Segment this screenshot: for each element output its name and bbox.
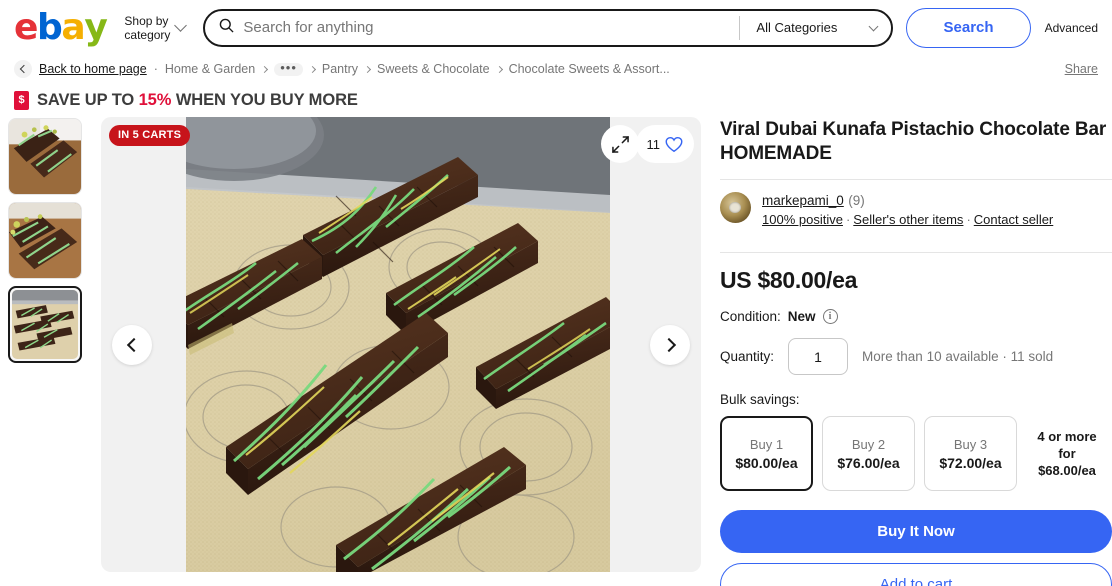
avatar[interactable] — [720, 192, 751, 223]
seller-name-link[interactable]: markepami_0 — [762, 193, 844, 208]
promo-suffix: WHEN YOU BUY MORE — [171, 90, 358, 109]
link-separator: · — [845, 212, 851, 227]
search-field[interactable] — [205, 11, 739, 45]
search-icon — [219, 18, 234, 38]
seller-info: markepami_0 (9) 100% positive · Seller's o… — [720, 180, 1112, 239]
logo-letter-b: b — [37, 6, 63, 48]
quantity-label: Quantity: — [720, 349, 775, 364]
chevron-down-icon — [174, 19, 188, 32]
bulk-tier-price: $72.00/ea — [939, 454, 1002, 471]
ebay-logo[interactable]: ebay — [14, 6, 108, 48]
watch-count: 11 — [646, 136, 661, 152]
promo-text: SAVE UP TO 15% WHEN YOU BUY MORE — [37, 91, 358, 110]
image-gallery: IN 5 CARTS 11 — [101, 117, 701, 572]
chevron-right-icon — [661, 337, 676, 352]
divider — [720, 252, 1112, 253]
category-dropdown-label: All Categories — [756, 20, 838, 35]
chevron-right-icon — [261, 65, 269, 73]
price-tag-icon — [14, 90, 29, 110]
chevron-right-icon — [363, 65, 372, 73]
logo-letter-e: e — [14, 6, 38, 48]
category-dropdown[interactable]: All Categories — [739, 15, 891, 40]
bulk-tier-1[interactable]: Buy 1 $80.00/ea — [720, 416, 813, 491]
condition-label: Condition: — [720, 309, 781, 324]
bulk-savings-tiers: Buy 1 $80.00/ea Buy 2 $76.00/ea Buy 3 $7… — [720, 416, 1112, 491]
seller-links: 100% positive · Seller's other items · Conta… — [762, 211, 1053, 228]
logo-letter-a: a — [61, 6, 85, 48]
share-link[interactable]: Share — [1065, 62, 1098, 76]
product-price: US $80.00/ea — [720, 267, 858, 293]
seller-other-items-link[interactable]: Seller's other items — [853, 212, 963, 227]
add-to-cart-button[interactable]: Add to cart — [720, 563, 1112, 586]
expand-arrows-icon — [611, 135, 629, 153]
product-info-panel: Viral Dubai Kunafa Pistachio Chocolate B… — [720, 117, 1112, 586]
quantity-row: Quantity: More than 10 available · 11 so… — [720, 338, 1112, 375]
main-product-image[interactable] — [186, 117, 610, 572]
link-separator: · — [966, 212, 971, 227]
bulk-tier-qty: Buy 2 — [851, 436, 886, 452]
thumbnail-strip — [8, 117, 88, 583]
bulk-tier-price: $76.00/ea — [837, 454, 900, 471]
buy-it-now-button[interactable]: Buy It Now — [720, 510, 1112, 553]
bulk-tier-price: $80.00/ea — [735, 454, 798, 471]
site-header: ebay Shop by category All Categories Sea… — [0, 0, 1112, 55]
shop-by-category-button[interactable]: Shop by category — [124, 13, 188, 42]
promo-percent: 15% — [138, 90, 172, 109]
bulk-tier-qty: Buy 3 — [953, 436, 988, 452]
back-button[interactable] — [14, 60, 32, 78]
shop-by-category-label: Shop by category — [124, 13, 171, 42]
info-icon[interactable]: i — [822, 309, 838, 324]
bulk-savings-label: Bulk savings: — [720, 392, 800, 407]
breadcrumb-dot: · — [153, 62, 158, 76]
expand-image-button[interactable] — [601, 125, 639, 163]
product-main: IN 5 CARTS 11 Viral Dubai Kunafa Pistach… — [0, 117, 1112, 586]
chevron-right-icon — [495, 65, 503, 73]
quantity-input[interactable] — [788, 338, 849, 375]
chevron-left-icon — [126, 337, 141, 352]
search-bar: All Categories — [203, 8, 894, 47]
next-image-button[interactable] — [650, 324, 690, 365]
breadcrumb-back-home[interactable]: Back to home page — [39, 62, 147, 76]
contact-seller-link[interactable]: Contact seller — [974, 212, 1053, 227]
logo-letter-y: y — [84, 6, 107, 48]
bulk-tier-3[interactable]: Buy 3 $72.00/ea — [924, 416, 1017, 491]
seller-identity: markepami_0 (9) — [762, 192, 1053, 209]
chevron-left-icon — [19, 64, 29, 74]
bulk-tier-2[interactable]: Buy 2 $76.00/ea — [822, 416, 915, 491]
breadcrumb-item-chocolate-sweets[interactable]: Chocolate Sweets & Assort... — [509, 62, 670, 76]
seller-feedback-count: (9) — [848, 193, 865, 208]
bulk-tier-qty: Buy 1 — [749, 436, 784, 452]
availability-text: More than 10 available · 11 sold — [862, 349, 1054, 364]
watch-item-button[interactable]: 11 — [635, 125, 694, 163]
condition-row: Condition: New i — [720, 309, 1112, 324]
search-input[interactable] — [243, 19, 726, 36]
breadcrumb-item-home-garden[interactable]: Home & Garden — [165, 62, 255, 76]
seller-positive-link[interactable]: 100% positive — [762, 212, 843, 227]
search-button[interactable]: Search — [906, 7, 1031, 48]
promo-banner: SAVE UP TO 15% WHEN YOU BUY MORE — [0, 83, 1112, 117]
chevron-right-icon — [308, 65, 316, 73]
heart-icon — [665, 136, 683, 152]
advanced-search-link[interactable]: Advanced — [1045, 21, 1098, 35]
seller-details: markepami_0 (9) 100% positive · Seller's o… — [762, 192, 1053, 228]
thumbnail-2[interactable] — [8, 286, 82, 363]
in-carts-badge: IN 5 CARTS — [109, 125, 191, 146]
condition-value: New — [787, 309, 816, 324]
breadcrumb-item-sweets-chocolate[interactable]: Sweets & Chocolate — [377, 62, 490, 76]
chevron-down-icon — [868, 21, 879, 31]
page-title: Viral Dubai Kunafa Pistachio Chocolate B… — [720, 119, 1107, 164]
breadcrumb-ellipsis[interactable]: ••• — [274, 61, 303, 76]
breadcrumb-item-pantry[interactable]: Pantry — [322, 62, 358, 76]
thumbnail-1[interactable] — [8, 202, 82, 279]
bulk-tier-more: 4 or more for $68.00/ea — [1037, 429, 1097, 478]
previous-image-button[interactable] — [112, 324, 152, 365]
promo-prefix: SAVE UP TO — [37, 90, 139, 109]
breadcrumb: Back to home page · Home & Garden ••• Pa… — [0, 55, 1112, 83]
thumbnail-0[interactable] — [8, 118, 82, 195]
